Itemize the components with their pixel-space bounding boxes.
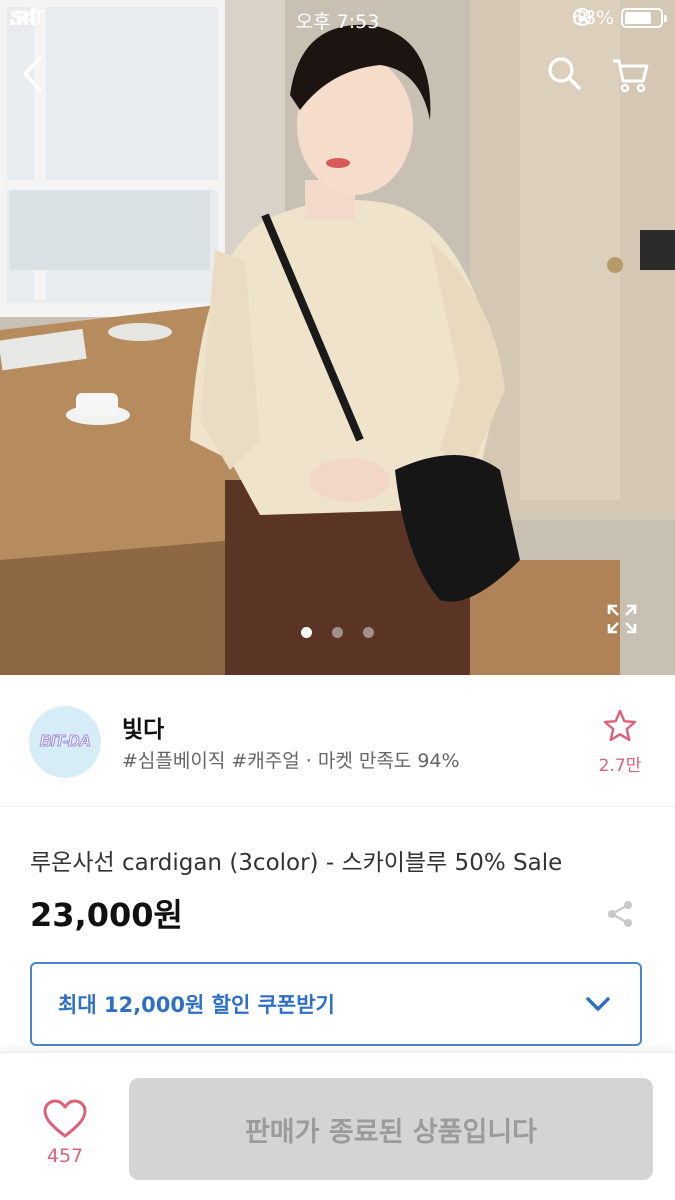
share-icon <box>608 901 632 927</box>
share-button[interactable] <box>603 897 637 931</box>
gallery-dot[interactable] <box>332 627 343 638</box>
product-price: 23,000원 <box>30 896 183 934</box>
shop-tags: #심플베이직 #캐주얼 · 마켓 만족도 94% <box>122 750 460 772</box>
gallery-pagination <box>0 627 675 638</box>
back-button[interactable] <box>20 55 64 99</box>
status-bar: SKT 오후 7:53 68% <box>0 0 675 38</box>
like-count: 457 <box>46 1145 84 1167</box>
gallery-dot[interactable] <box>301 627 312 638</box>
bottom-action-bar: 457 판매가 종료된 상품입니다 <box>0 1052 675 1200</box>
chevron-left-icon <box>23 56 42 92</box>
shop-name[interactable]: 빛다 <box>122 710 164 744</box>
product-photo-illustration <box>0 0 675 675</box>
cart-button[interactable] <box>610 55 656 99</box>
product-detail-screen: SKT 오후 7:53 68% <box>0 0 675 1200</box>
shop-logo[interactable]: BIT-DA <box>29 706 101 778</box>
search-icon <box>548 57 581 90</box>
product-photo[interactable]: SKT 오후 7:53 68% <box>0 0 675 675</box>
cart-icon <box>613 59 649 93</box>
coupon-label: 최대 12,000원 할인 쿠폰받기 <box>58 993 335 1017</box>
coupon-download-button[interactable]: 최대 12,000원 할인 쿠폰받기 <box>30 962 642 1046</box>
status-right-group: 68% <box>572 7 667 29</box>
like-button[interactable]: 457 <box>30 1099 100 1167</box>
battery-icon <box>621 8 667 28</box>
product-title: 루온사선 cardigan (3color) - 스카이블루 50% Sale <box>30 850 563 876</box>
heart-icon <box>43 1099 87 1138</box>
buy-button-disabled[interactable]: 판매가 종료된 상품입니다 <box>129 1078 653 1180</box>
shop-logo-text: BIT-DA <box>39 733 91 751</box>
shop-favorite-count: 2.7만 <box>598 756 642 776</box>
shop-favorite-button[interactable]: 2.7만 <box>590 709 650 776</box>
rotation-lock-icon <box>572 8 591 26</box>
gallery-dot[interactable] <box>363 627 374 638</box>
chevron-down-icon <box>586 997 610 1011</box>
search-button[interactable] <box>546 55 590 99</box>
star-icon <box>603 709 637 742</box>
shop-row[interactable]: BIT-DA 빛다 #심플베이직 #캐주얼 · 마켓 만족도 94% 2.7만 <box>0 675 675 807</box>
